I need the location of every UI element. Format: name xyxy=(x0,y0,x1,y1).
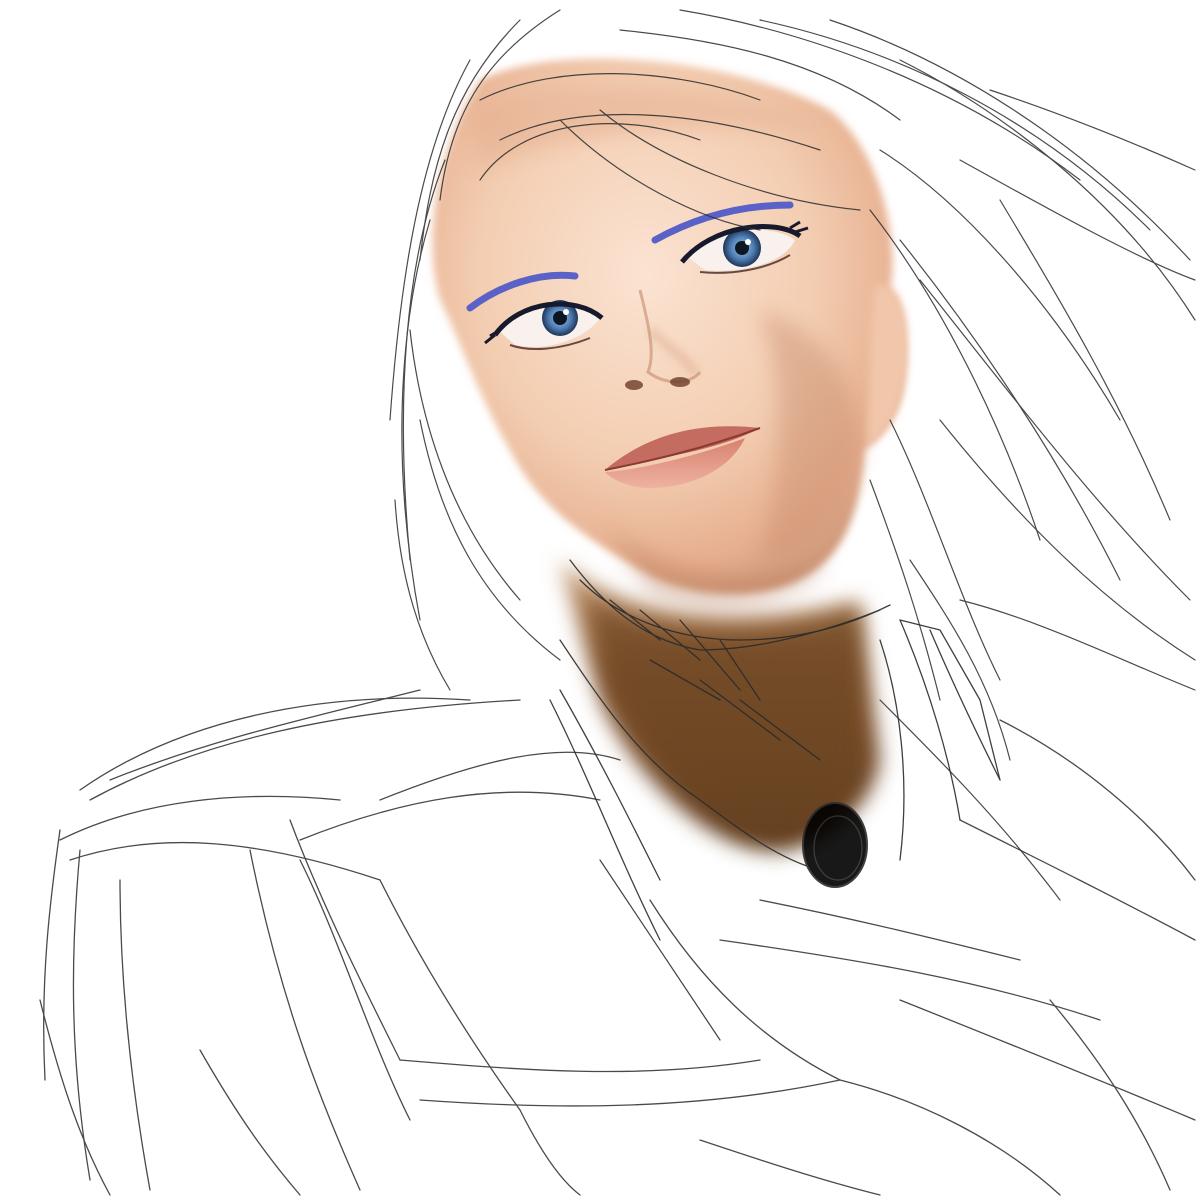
portrait-artwork xyxy=(39,9,1196,1196)
drawing-canvas xyxy=(0,0,1200,1200)
armor-sketch xyxy=(39,689,1196,1196)
